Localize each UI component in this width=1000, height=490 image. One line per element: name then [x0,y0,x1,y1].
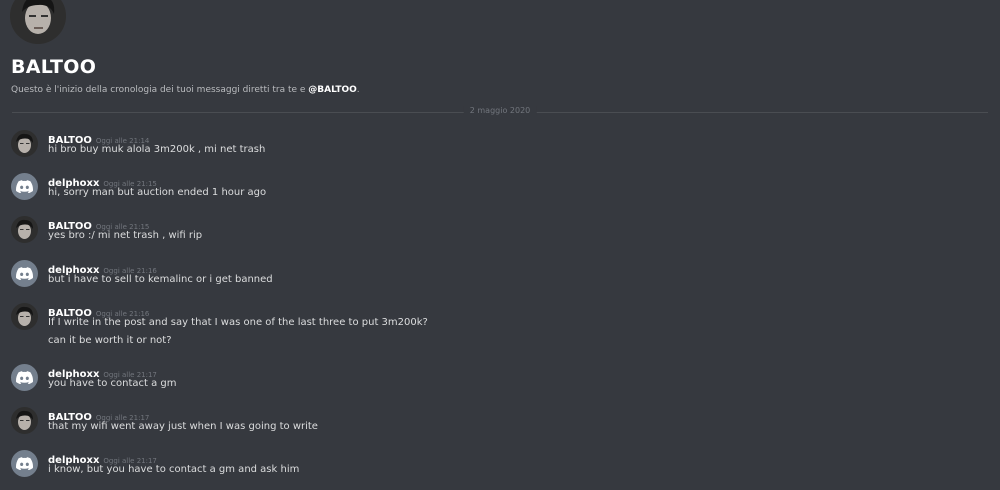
page-title: BALTOO [11,56,97,78]
profile-avatar[interactable] [10,0,66,44]
message-text: hi bro buy muk alola 3m200k , mi net tra… [48,144,266,155]
user-avatar[interactable] [11,130,38,157]
message-text: you have to contact a gm [48,378,177,389]
message-text: If I write in the post and say that I wa… [48,317,428,328]
date-divider-label: 2 maggio 2020 [463,106,537,115]
discord-logo-avatar[interactable] [11,260,38,287]
message-text: i know, but you have to contact a gm and… [48,464,300,475]
message-item: delphoxx Oggi alle 21:17 you have to conta… [0,362,1000,402]
message-item: BALTOO Oggi alle 21:15 yes bro :/ mi net t… [0,214,1000,254]
dm-intro-text: Questo è l'inizio della cronologia dei t… [11,85,360,95]
message-text: can it be worth it or not? [48,335,172,346]
intro-prefix: Questo è l'inizio della cronologia dei t… [11,85,309,95]
user-avatar[interactable] [11,303,38,330]
user-mention[interactable]: @BALTOO [308,85,357,95]
message-item: delphoxx Oggi alle 21:17 i know, but you h… [0,448,1000,488]
message-text: yes bro :/ mi net trash , wifi rip [48,230,203,241]
discord-logo-avatar[interactable] [11,450,38,477]
message-text: hi, sorry man but auction ended 1 hour a… [48,187,267,198]
discord-logo-avatar[interactable] [11,173,38,200]
message-item: BALTOO Oggi alle 21:17 that my wifi went a… [0,405,1000,445]
discord-logo-avatar[interactable] [11,364,38,391]
message-item: BALTOO Oggi alle 21:14 hi bro buy muk alol… [0,128,1000,168]
message-text: but i have to sell to kemalinc or i get … [48,274,273,285]
message-item: delphoxx Oggi alle 21:15 hi, sorry man but… [0,171,1000,211]
message-item: delphoxx Oggi alle 21:16 but i have to sel… [0,258,1000,298]
user-avatar[interactable] [11,407,38,434]
user-avatar[interactable] [11,216,38,243]
message-text: that my wifi went away just when I was g… [48,421,318,432]
intro-suffix: . [356,85,360,95]
message-item: BALTOO Oggi alle 21:16 If I write in the p… [0,301,1000,359]
